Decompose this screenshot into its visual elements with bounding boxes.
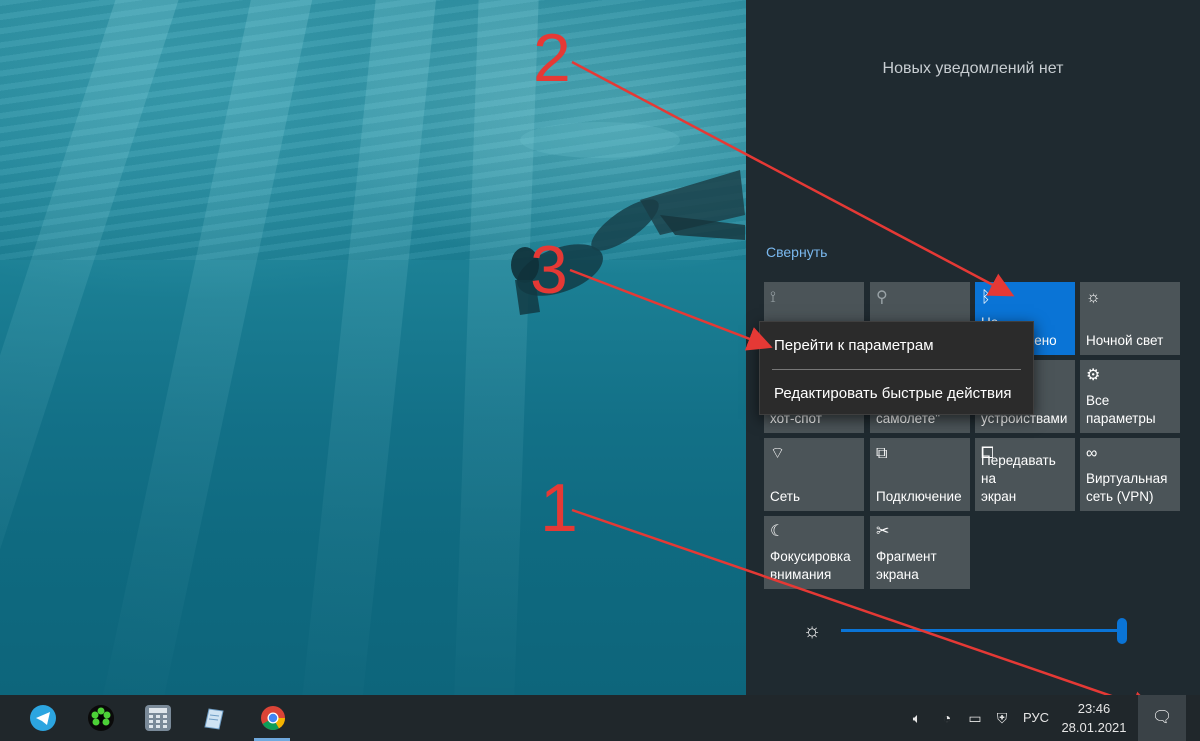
clock-date: 28.01.2021 — [1061, 720, 1127, 735]
battery-saver-icon: ⚲ — [876, 289, 888, 306]
notepad-icon[interactable] — [190, 695, 234, 741]
brightness-slider-thumb[interactable] — [1117, 618, 1127, 644]
quick-action-tile[interactable]: ⌔ Сеть — [764, 438, 864, 511]
language-indicator[interactable]: РУС — [1023, 710, 1049, 725]
network-icon[interactable]: ◔ — [937, 708, 957, 728]
annotation-label-1: 1 — [540, 470, 578, 546]
clock-time: 23:46 — [1077, 701, 1111, 716]
connect-icon: ⧉ — [876, 445, 888, 462]
context-menu: Перейти к параметрам Редактировать быстр… — [759, 321, 1034, 415]
night-light-icon: ☼ — [1086, 289, 1101, 306]
quick-action-label: Подключение — [876, 489, 962, 504]
quick-action-tile[interactable]: ⧉ Подключение — [870, 438, 970, 511]
notification-center-button[interactable]: 🗨︎ — [1138, 695, 1186, 741]
quick-action-label: Все параметры — [1086, 393, 1156, 426]
notepad-logo — [200, 705, 226, 731]
menu-item-edit-quick-actions[interactable]: Редактировать быстрые действия — [774, 382, 1011, 406]
desktop-wallpaper — [0, 0, 746, 695]
quick-action-label: Передавать на экран — [981, 453, 1056, 504]
power-icon[interactable]: ▭ — [965, 708, 985, 728]
icq-logo — [88, 705, 114, 731]
quick-action-tile[interactable]: ⚙ Все параметры — [1080, 360, 1180, 433]
brightness-icon: ☼ — [802, 620, 822, 642]
quick-action-label: Фокусировка внимания — [770, 549, 851, 582]
focus-assist-icon: ☾ — [770, 523, 785, 540]
calculator-logo — [145, 705, 171, 731]
annotation-label-3: 3 — [530, 232, 568, 308]
menu-item-go-to-settings[interactable]: Перейти к параметрам — [774, 334, 934, 358]
no-notifications-text: Новых уведомлений нет — [882, 60, 1064, 77]
snorkeler-silhouette — [511, 122, 745, 315]
collapse-link[interactable]: Свернуть — [766, 244, 827, 260]
clock[interactable]: 23:46 28.01.2021 — [1058, 699, 1130, 737]
quick-action-label: Виртуальная сеть (VPN) — [1086, 471, 1168, 504]
quick-action-tile[interactable]: ⧠ Передавать на экран — [975, 438, 1075, 511]
snip-icon: ✂ — [876, 523, 890, 540]
quick-action-label: Сеть — [770, 489, 801, 504]
chrome-icon[interactable] — [250, 695, 294, 741]
vpn-icon: ∞ — [1086, 445, 1098, 462]
brightness-slider[interactable] — [841, 629, 1126, 632]
quick-action-label: Ночной свет — [1086, 333, 1164, 348]
location-icon: ⟟ — [770, 289, 776, 306]
quick-action-tile[interactable]: ☾ Фокусировка внимания — [764, 516, 864, 589]
quick-action-label: Фрагмент экрана — [876, 549, 937, 582]
taskbar: 🔈︎ ◔ ▭ ⛨ РУС 23:46 28.01.2021 🗨︎ — [0, 695, 1200, 741]
security-shield-icon[interactable]: ⛨ — [992, 708, 1012, 728]
chrome-logo — [260, 705, 286, 731]
quick-action-tile[interactable]: ∞ Виртуальная сеть (VPN) — [1080, 438, 1180, 511]
bluetooth-icon: ᛒ — [981, 289, 991, 306]
telegram-logo — [30, 705, 56, 731]
icq-icon[interactable] — [78, 695, 122, 741]
notification-icon: 🗨︎ — [1152, 709, 1173, 726]
calculator-icon[interactable] — [135, 695, 179, 741]
gear-icon: ⚙ — [1086, 367, 1101, 384]
volume-icon[interactable]: 🔈︎ — [907, 708, 927, 728]
telegram-icon[interactable] — [20, 695, 64, 741]
menu-separator — [772, 369, 1021, 370]
network-icon: ⌔ — [770, 445, 786, 462]
quick-action-tile[interactable]: ☼ Ночной свет — [1080, 282, 1180, 355]
quick-action-tile[interactable]: ✂ Фрагмент экрана — [870, 516, 970, 589]
annotation-label-2: 2 — [533, 20, 571, 96]
